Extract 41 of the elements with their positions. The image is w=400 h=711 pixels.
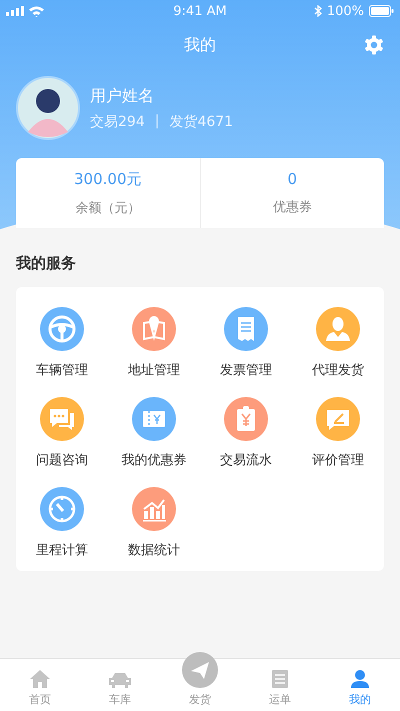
- bar-chart-icon[interactable]: [132, 487, 176, 531]
- map-pin-icon[interactable]: [132, 307, 176, 351]
- compass-icon[interactable]: [40, 487, 84, 531]
- list-icon: [271, 670, 289, 688]
- section-title: 我的服务: [16, 254, 77, 273]
- trade-count: 交易294: [90, 112, 145, 130]
- pencil-note-icon[interactable]: [316, 397, 360, 441]
- service-label[interactable]: 数据统计: [128, 541, 180, 559]
- settings-icon[interactable]: [364, 35, 384, 55]
- receipt-icon[interactable]: [224, 307, 268, 351]
- service-label[interactable]: 里程计算: [36, 541, 88, 559]
- signal-icon: [6, 6, 24, 16]
- wifi-icon: [29, 6, 44, 16]
- shipment-count: 发货4671: [169, 112, 234, 130]
- stat-label: 优惠券: [272, 199, 312, 216]
- service-label[interactable]: 问题咨询: [36, 451, 88, 469]
- person-icon: [351, 670, 369, 688]
- stat-label: 余额（元）: [75, 200, 140, 216]
- ticket-icon[interactable]: [132, 397, 176, 441]
- service-label[interactable]: 我的优惠券: [122, 451, 186, 469]
- avatar[interactable]: [16, 76, 80, 140]
- service-label[interactable]: 评价管理: [312, 451, 364, 469]
- chat-bubble-icon[interactable]: [40, 397, 84, 441]
- clipboard-icon[interactable]: [224, 397, 268, 441]
- paper-plane-icon: [182, 652, 218, 688]
- battery-icon: [369, 5, 394, 17]
- car-icon: [108, 672, 132, 688]
- status-time: 9:41 AM: [173, 4, 227, 18]
- service-label[interactable]: 发票管理: [220, 361, 272, 379]
- user-name: 用户姓名: [90, 86, 155, 106]
- battery-percent: 100%: [326, 4, 364, 18]
- service-label[interactable]: 地址管理: [128, 361, 180, 379]
- service-label[interactable]: 交易流水: [220, 451, 272, 469]
- service-label[interactable]: 车辆管理: [36, 361, 88, 379]
- page-title: 我的: [184, 34, 216, 56]
- steering-wheel-icon[interactable]: [40, 307, 84, 351]
- home-icon: [30, 670, 50, 688]
- service-label[interactable]: 代理发货: [312, 361, 364, 379]
- bluetooth-icon: [314, 5, 322, 17]
- separator: |: [154, 112, 160, 130]
- person-icon[interactable]: [316, 307, 360, 351]
